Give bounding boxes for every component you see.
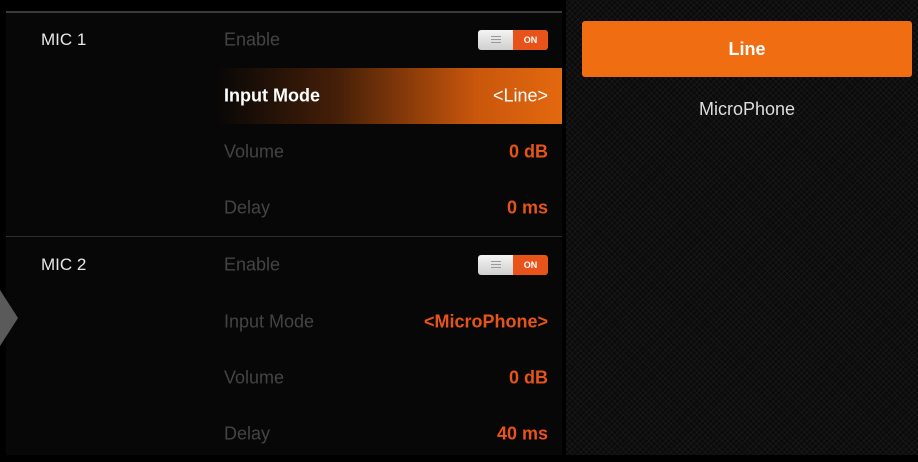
mic1-enable-row[interactable]: Enable ON bbox=[216, 12, 562, 68]
mic1-delay-row[interactable]: Delay 0 ms bbox=[216, 180, 562, 236]
mic2-input-mode-label: Input Mode bbox=[224, 311, 315, 332]
mic1-volume-label: Volume bbox=[224, 141, 285, 162]
mic1-volume-row[interactable]: Volume 0 dB bbox=[216, 124, 562, 180]
mic2-enable-row[interactable]: Enable ON bbox=[216, 237, 562, 293]
mic1-enable-label: Enable bbox=[224, 29, 281, 50]
settings-screen: MIC 1 Enable ON Input Mode <Line> Volume… bbox=[0, 0, 918, 455]
toggle-off-side bbox=[478, 30, 513, 50]
mic2-section-label: MIC 2 bbox=[41, 255, 87, 274]
mic2-enable-label: Enable bbox=[224, 254, 281, 275]
mic1-input-mode-label: Input Mode bbox=[224, 85, 320, 106]
mic2-delay-row[interactable]: Delay 40 ms bbox=[216, 406, 562, 462]
toggle-off-side bbox=[478, 255, 513, 275]
grip-icon bbox=[490, 261, 501, 269]
mic1-enable-toggle[interactable]: ON bbox=[478, 30, 548, 50]
mic2-volume-value: 0 dB bbox=[508, 367, 548, 388]
mic2-enable-toggle[interactable]: ON bbox=[478, 255, 548, 275]
mic1-input-mode-row[interactable]: Input Mode <Line> bbox=[216, 68, 562, 124]
grip-icon bbox=[490, 36, 501, 44]
toggle-on-label: ON bbox=[513, 255, 548, 275]
mic1-volume-value: 0 dB bbox=[508, 141, 548, 162]
mic1-input-mode-value: <Line> bbox=[492, 85, 548, 106]
option-line[interactable]: Line bbox=[582, 21, 912, 77]
mic2-volume-row[interactable]: Volume 0 dB bbox=[216, 350, 562, 406]
mic2-input-mode-value: <MicroPhone> bbox=[423, 311, 548, 332]
mic1-delay-value: 0 ms bbox=[506, 197, 548, 218]
mic2-delay-value: 40 ms bbox=[496, 423, 548, 444]
option-microphone[interactable]: MicroPhone bbox=[582, 81, 912, 137]
mic2-input-mode-row[interactable]: Input Mode <MicroPhone> bbox=[216, 294, 562, 350]
toggle-on-label: ON bbox=[513, 30, 548, 50]
mic2-delay-label: Delay bbox=[224, 423, 271, 444]
left-arrow-icon[interactable] bbox=[0, 290, 18, 346]
mic1-delay-label: Delay bbox=[224, 197, 271, 218]
mic2-volume-label: Volume bbox=[224, 367, 285, 388]
mic1-section-label: MIC 1 bbox=[41, 30, 87, 49]
